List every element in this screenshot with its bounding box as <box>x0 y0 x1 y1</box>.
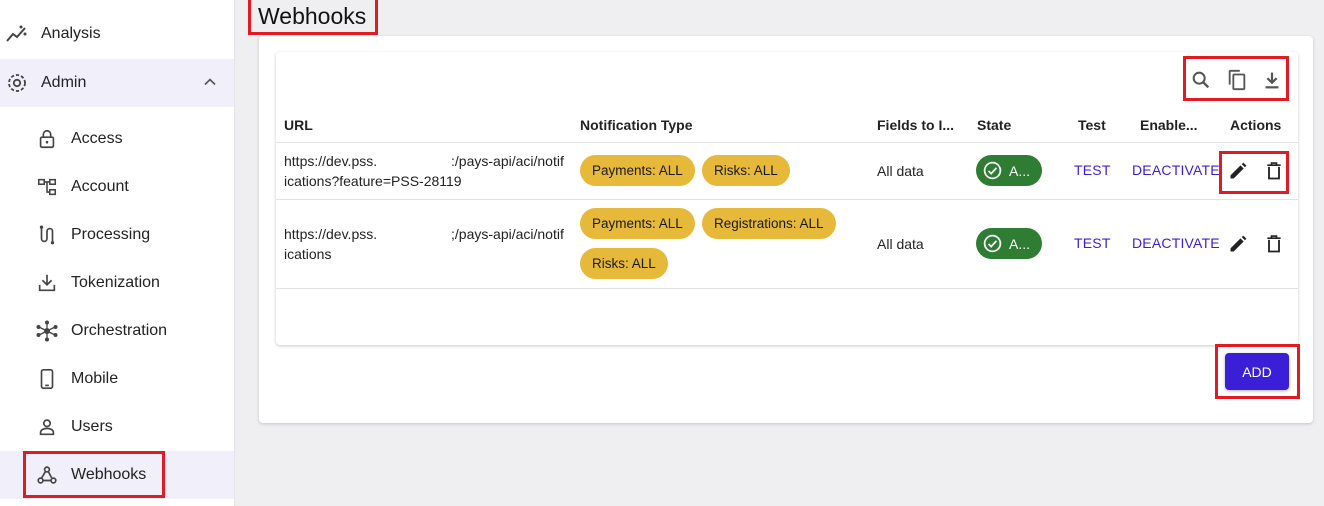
test-button[interactable]: TEST <box>1074 162 1111 178</box>
person-icon <box>34 415 60 439</box>
fields-value: All data <box>877 236 924 252</box>
page-title: Webhooks <box>258 3 367 29</box>
download-icon[interactable] <box>1259 67 1285 93</box>
check-circle-icon <box>983 234 1002 253</box>
nav-access[interactable]: Access <box>0 115 234 163</box>
notification-chip: Risks: ALL <box>580 248 668 279</box>
col-state[interactable]: State <box>977 117 1011 133</box>
col-url[interactable]: URL <box>284 117 313 133</box>
row-divider <box>276 288 1298 289</box>
copy-icon[interactable] <box>1224 67 1250 93</box>
fields-value: All data <box>877 163 924 179</box>
nav-analysis-label: Analysis <box>41 25 101 42</box>
route-icon <box>34 223 60 247</box>
nav-processing-label: Processing <box>71 226 151 243</box>
hub-icon <box>34 319 60 343</box>
notification-chip: Payments: ALL <box>580 208 695 239</box>
check-circle-icon <box>983 161 1002 180</box>
deactivate-button[interactable]: DEACTIVATE <box>1132 162 1220 178</box>
nav-analysis[interactable]: Analysis <box>0 10 234 58</box>
nav-processing[interactable]: Processing <box>0 211 234 259</box>
col-test[interactable]: Test <box>1078 117 1106 133</box>
notification-chip: Risks: ALL <box>702 155 790 186</box>
state-label: A... <box>1009 235 1031 252</box>
search-icon[interactable] <box>1188 67 1214 93</box>
nav-admin[interactable]: Admin <box>0 59 234 107</box>
lock-icon <box>34 127 60 151</box>
nav-users-label: Users <box>71 418 113 435</box>
notification-chip: Registrations: ALL <box>702 208 836 239</box>
phone-icon <box>34 367 60 391</box>
edit-icon[interactable] <box>1226 159 1250 183</box>
state-label: A... <box>1009 162 1031 179</box>
delete-icon[interactable] <box>1262 232 1286 256</box>
account-tree-icon <box>34 175 60 199</box>
nav-webhooks-label: Webhooks <box>71 466 147 483</box>
download-tray-icon <box>34 271 60 295</box>
nav-account-label: Account <box>71 178 129 195</box>
col-fields[interactable]: Fields to I... <box>877 117 954 133</box>
test-button[interactable]: TEST <box>1074 235 1111 251</box>
webhook-icon <box>34 463 60 487</box>
row-divider <box>276 199 1298 200</box>
nav-orchestration[interactable]: Orchestration <box>0 307 234 355</box>
col-enable[interactable]: Enable... <box>1140 117 1198 133</box>
state-toggle[interactable]: A... <box>976 228 1042 259</box>
notification-chip: Payments: ALL <box>580 155 695 186</box>
edit-icon[interactable] <box>1226 232 1250 256</box>
col-notification-type[interactable]: Notification Type <box>580 117 693 133</box>
nav-access-label: Access <box>71 130 123 147</box>
deactivate-button[interactable]: DEACTIVATE <box>1132 235 1220 251</box>
url-line: https://dev.pss. ;/pays-api/aci/notif <box>284 226 564 242</box>
nav-account[interactable]: Account <box>0 163 234 211</box>
header-divider <box>276 142 1298 143</box>
nav-admin-label: Admin <box>41 74 87 91</box>
nav-orchestration-label: Orchestration <box>71 322 168 339</box>
delete-icon[interactable] <box>1262 159 1286 183</box>
col-actions: Actions <box>1230 117 1282 133</box>
state-toggle[interactable]: A... <box>976 155 1042 186</box>
nav-tokenization[interactable]: Tokenization <box>0 259 234 307</box>
gear-icon <box>4 71 30 95</box>
sidebar: Analysis Admin Access Account Processing… <box>0 0 235 506</box>
analytics-icon <box>4 22 30 46</box>
chevron-up-icon[interactable] <box>200 72 220 97</box>
nav-tokenization-label: Tokenization <box>71 274 160 291</box>
nav-users[interactable]: Users <box>0 403 234 451</box>
add-button[interactable]: ADD <box>1225 353 1289 390</box>
url-line: ications <box>284 246 332 262</box>
nav-mobile-label: Mobile <box>71 370 119 387</box>
url-line: ications?feature=PSS-28119 <box>284 173 462 189</box>
nav-webhooks[interactable]: Webhooks <box>0 451 234 499</box>
nav-mobile[interactable]: Mobile <box>0 355 234 403</box>
url-line: https://dev.pss. :/pays-api/aci/notif <box>284 153 564 169</box>
